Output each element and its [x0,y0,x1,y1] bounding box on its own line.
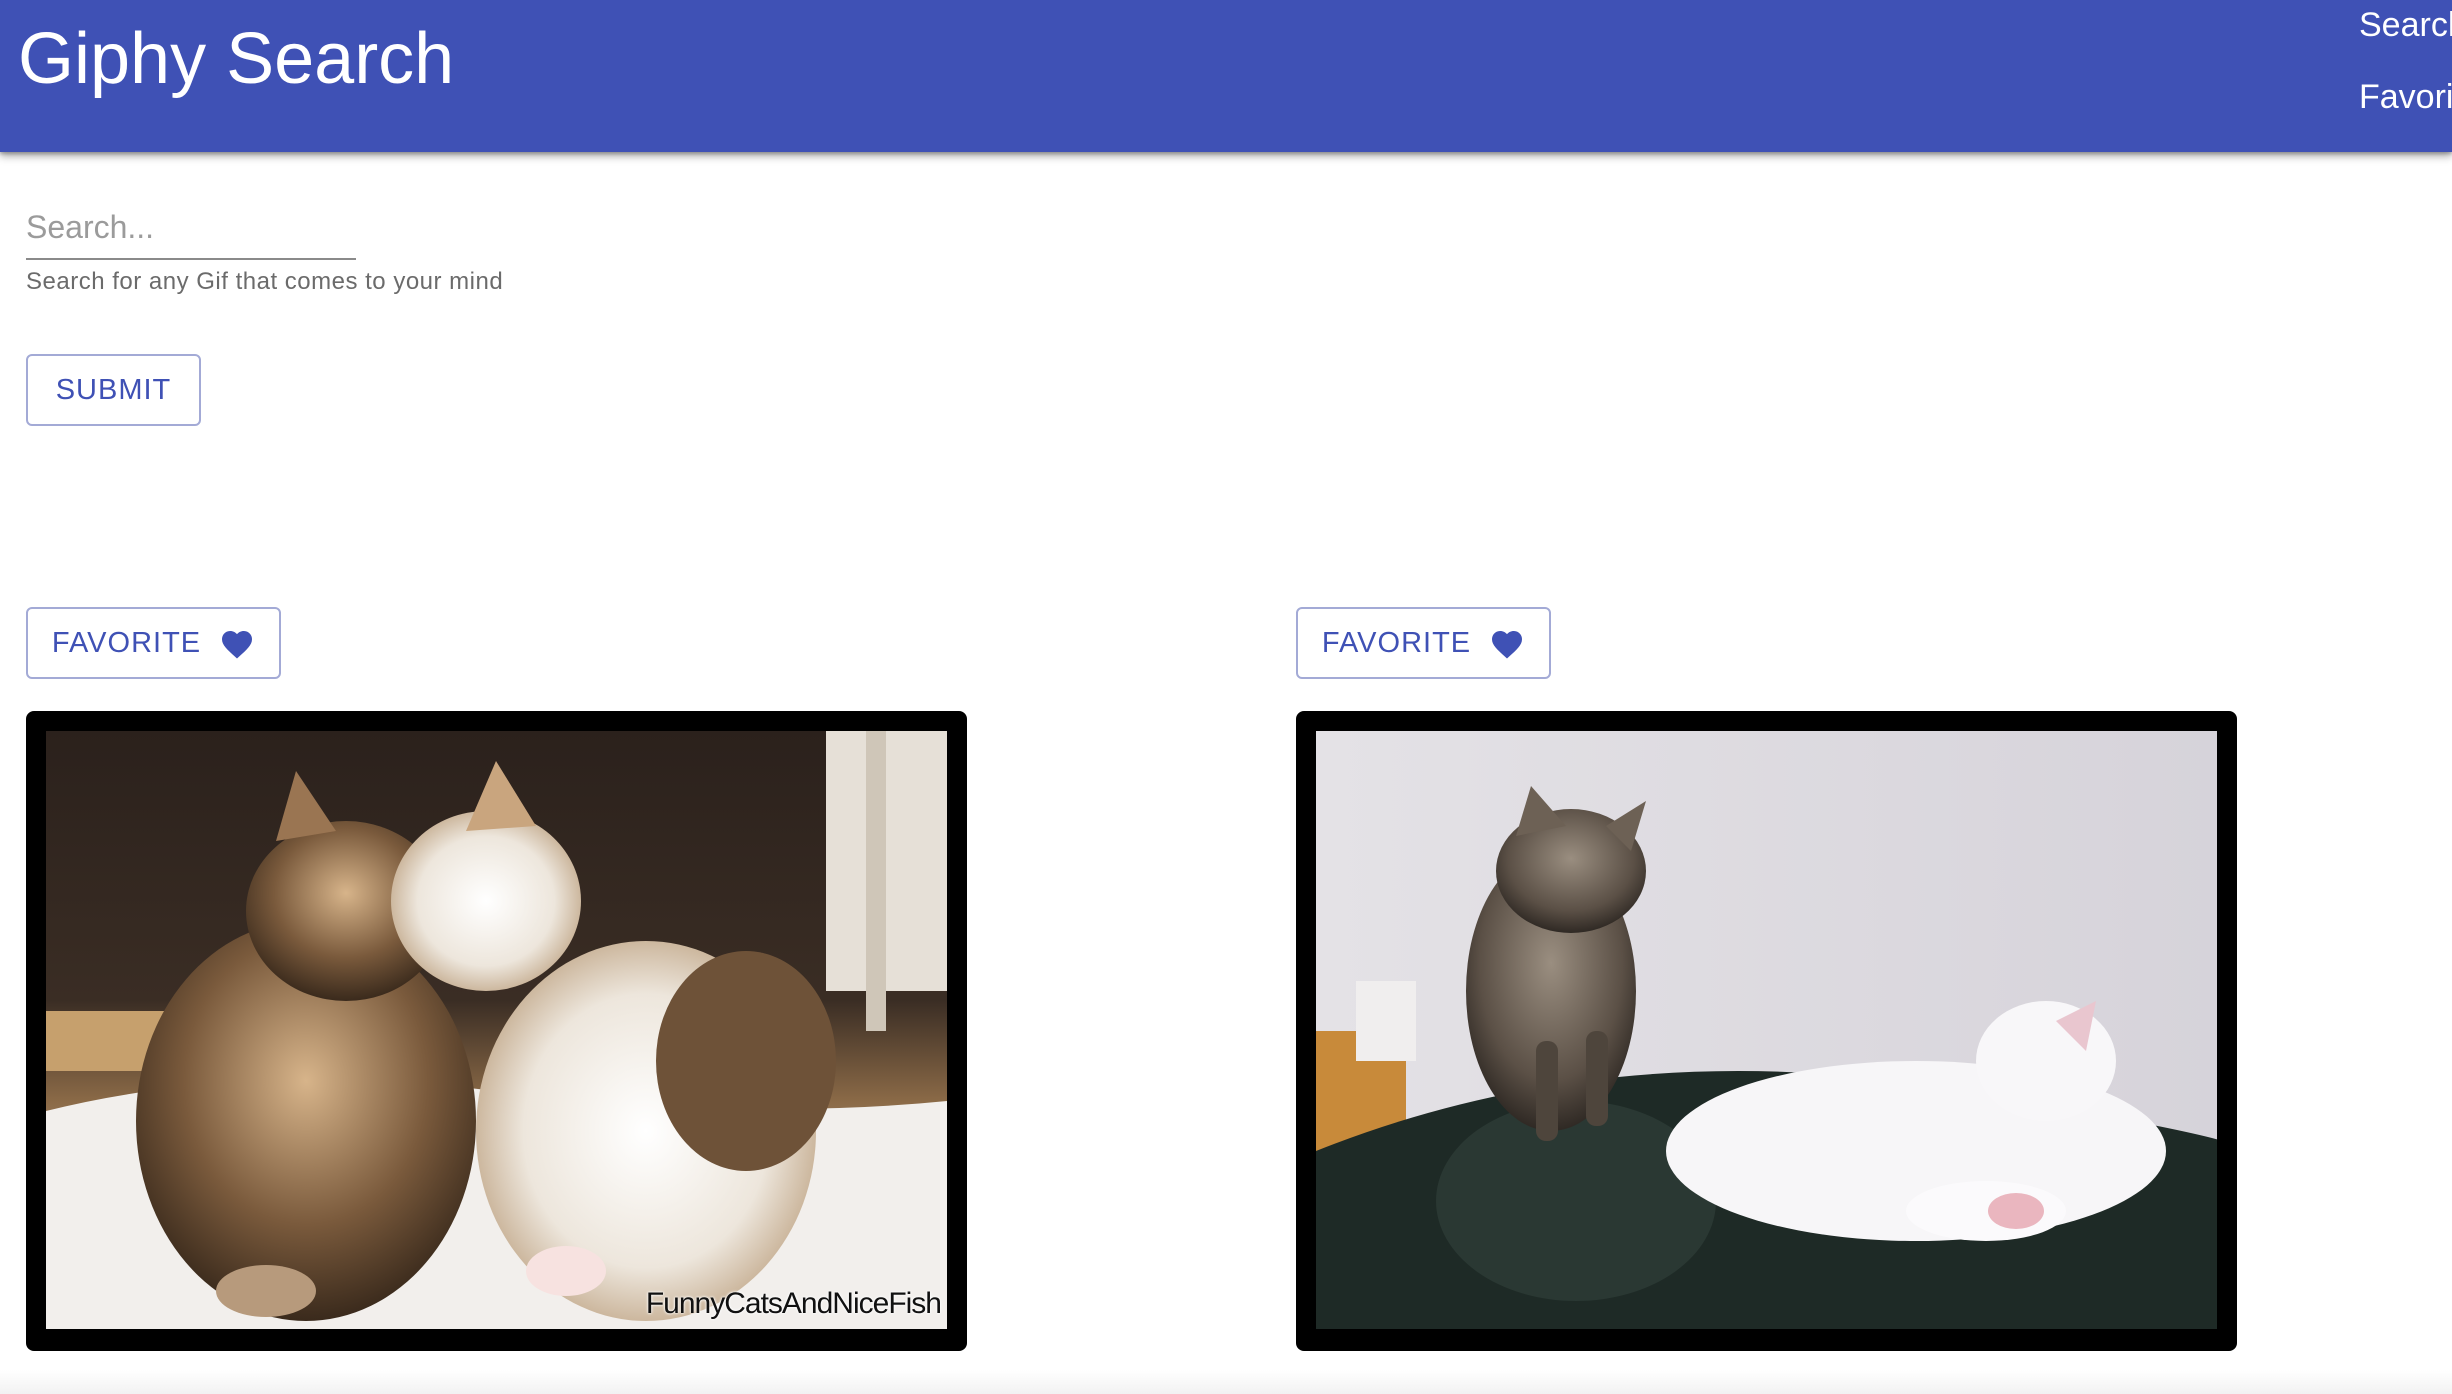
gif-image-kittens-kissing: FunnyCatsAndNiceFish [46,731,947,1329]
submit-button-label: SUBMIT [55,373,172,406]
gif-image-kitten-massage [1316,731,2217,1329]
nav-favorites-link[interactable]: Favorites [2359,78,2452,117]
page-bottom-edge [0,1370,2452,1394]
gif-watermark: FunnyCatsAndNiceFish [645,1287,942,1320]
favorite-button-label: FAVORITE [1321,626,1472,659]
favorite-button-label: FAVORITE [51,626,202,659]
search-helper-text: Search for any Gif that comes to your mi… [26,268,504,295]
nav-search-link[interactable]: Search [2359,6,2452,45]
submit-button[interactable]: SUBMIT [26,354,201,426]
favorite-button[interactable]: FAVORITE [26,607,281,679]
search-input[interactable] [26,196,356,260]
app-title: Giphy Search [18,19,455,99]
favorite-button[interactable]: FAVORITE [1296,607,1551,679]
heart-icon [219,626,255,660]
heart-icon [1489,626,1525,660]
gif-card[interactable]: FunnyCatsAndNiceFish [26,711,967,1351]
gif-card[interactable] [1296,711,2237,1351]
app-bar: Giphy Search Search Favorites [0,0,2452,152]
